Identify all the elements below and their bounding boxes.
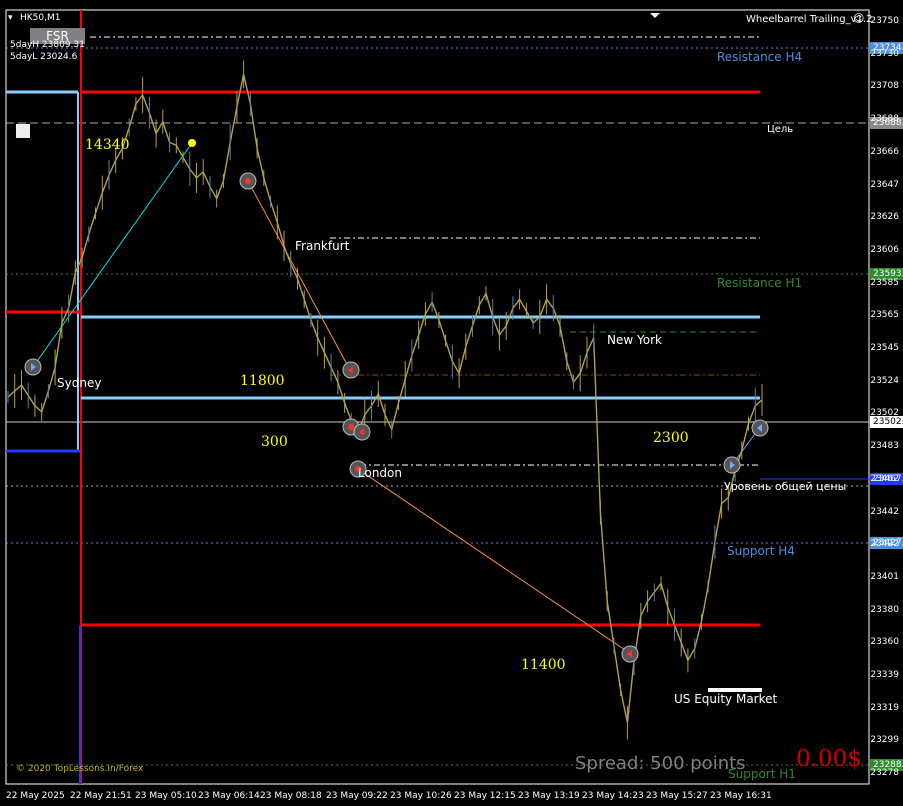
symbol-label: HK50,M1 [20, 13, 61, 23]
resistance-h4-label: Resistance H4 [717, 50, 803, 64]
y-tick-label: 23483 [870, 441, 899, 452]
support-h4-label: Support H4 [727, 544, 795, 558]
y-tick-label: 23380 [870, 604, 899, 615]
us-equity-label: US Equity Market [674, 692, 778, 706]
y-tick-label: 23688 [870, 114, 899, 125]
range-label-4: 2300 [653, 430, 689, 446]
x-tick-label: 23 May 12:15 [454, 791, 516, 801]
y-tick-label: 23422 [870, 539, 899, 550]
y-tick-label: 23666 [870, 146, 899, 157]
x-tick-label: 23 May 08:18 [260, 791, 322, 801]
marker-buy-1[interactable] [24, 358, 42, 376]
session-newyork-label: New York [607, 333, 662, 347]
y-tick-label: 23299 [870, 735, 899, 746]
y-tick-label: 23462 [870, 473, 899, 484]
y-tick-label: 23339 [870, 670, 899, 680]
y-tick-label: 23626 [870, 212, 899, 223]
copyright-label: © 2020 TopLessons.In/Forex [16, 764, 144, 774]
x-tick-label: 23 May 10:26 [390, 791, 452, 801]
resistance-h1-label: Resistance H1 [717, 276, 803, 290]
marker-sell-1[interactable] [239, 172, 257, 190]
chart-window[interactable]: ▾ HK50,M1 FSR 5dayH 23809.31 5dayL 23024… [0, 0, 903, 806]
marker-buy-2[interactable] [723, 456, 741, 474]
profit-label: 0.00$ [796, 746, 862, 772]
y-tick-label: 23730 [870, 48, 899, 59]
day-high-label: 5dayH 23809.31 [10, 40, 85, 50]
y-tick-label: 23606 [870, 244, 899, 255]
y-tick-label: 23319 [870, 702, 899, 713]
yellow-peak-marker [188, 139, 196, 147]
y-tick-label: 23278 [870, 768, 899, 779]
toggle-checkbox[interactable] [16, 124, 30, 138]
y-tick-label: 23442 [870, 506, 899, 517]
x-tick-label: 23 May 05:10 [135, 791, 197, 801]
session-frankfurt-label: Frankfurt [295, 239, 350, 253]
indicator-smiley-icon: ☺ [853, 12, 865, 25]
y-tick-label: 23502 [870, 408, 899, 419]
range-label-3: 300 [261, 434, 288, 450]
marker-sell-4[interactable] [353, 423, 371, 441]
y-tick-label: 23401 [870, 571, 899, 582]
marker-sell-2[interactable] [342, 361, 360, 379]
chart-shift-icon[interactable] [650, 13, 660, 18]
x-tick-label: 23 May 14:23 [582, 791, 644, 801]
x-tick-label: 23 May 09:22 [326, 791, 388, 801]
y-tick-label: 23565 [870, 310, 899, 321]
x-tick-label: 23 May 15:27 [646, 791, 708, 801]
price-tag-text-4: 23502. [873, 417, 903, 427]
y-tick-label: 23585 [870, 277, 899, 288]
trend-line-orange-1 [247, 180, 351, 371]
price-wicks [7, 60, 763, 740]
y-tick-label: 23750 [870, 16, 899, 26]
symbol-icon: ▾ [8, 13, 13, 23]
x-tick-label: 23 May 06:14 [198, 791, 260, 801]
marker-sell-6[interactable] [621, 645, 639, 663]
y-tick-label: 23708 [870, 81, 899, 92]
session-london-label: London [358, 466, 402, 480]
trend-line-cyan [32, 142, 193, 368]
target-label: Цель [767, 124, 794, 135]
y-tick-label: 23524 [870, 375, 899, 386]
y-tick-label: 23647 [870, 179, 899, 190]
spread-label: Spread: 500 points [575, 753, 746, 774]
x-tick-label: 22 May 2025 [6, 791, 65, 801]
y-tick-label: 23360 [870, 637, 899, 648]
x-tick-label: 23 May 16:31 [710, 791, 772, 801]
price-chart[interactable] [0, 0, 903, 806]
y-tick-label: 23545 [870, 343, 899, 353]
x-tick-label: 23 May 13:19 [518, 791, 580, 801]
range-label-5: 11400 [521, 657, 566, 673]
session-sydney-label: Sydney [57, 376, 102, 390]
day-low-label: 5dayL 23024.6 [10, 52, 78, 62]
range-label-1: 14340 [85, 137, 130, 153]
x-tick-label: 22 May 21:51 [70, 791, 132, 801]
range-label-2: 11800 [240, 373, 285, 389]
general-price-label: Уровень общей цены [724, 480, 847, 493]
marker-buy-3[interactable] [751, 419, 769, 437]
